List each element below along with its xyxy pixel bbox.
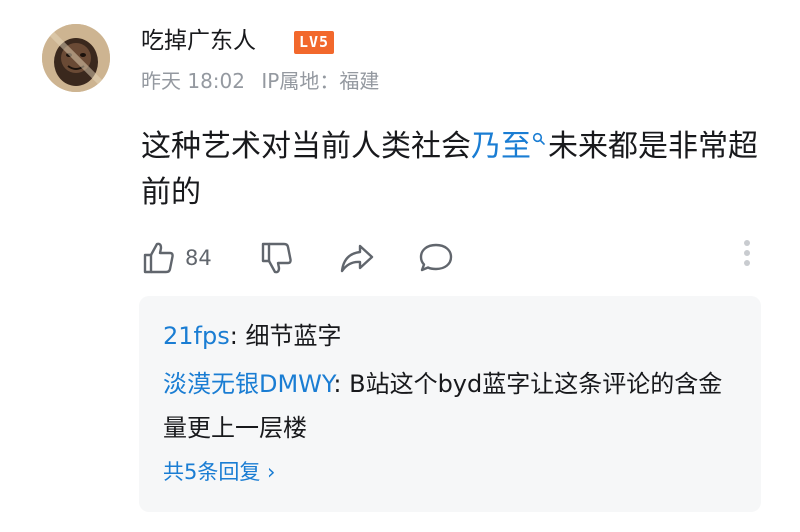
view-more-replies-link[interactable]: 共5条回复 ›: [163, 450, 275, 494]
more-vertical-icon[interactable]: [742, 236, 752, 280]
share-icon: [340, 244, 374, 273]
comment-actions: 84: [141, 236, 771, 280]
search-keyword-label: 乃至: [471, 129, 531, 164]
reply-author[interactable]: 21fps: [163, 322, 230, 350]
comment-icon: [419, 243, 453, 272]
comment-meta: 昨天 18:02 IP属地：福建: [141, 66, 389, 96]
comment-text-before: 这种艺术对当前人类社会: [141, 129, 471, 164]
reply-author[interactable]: 淡漠无银DMWY: [163, 370, 333, 398]
thumbs-down-icon: [261, 242, 292, 274]
like-count: 84: [185, 246, 212, 270]
search-keyword-link[interactable]: 乃至: [471, 129, 548, 164]
comment-text: 这种艺术对当前人类社会乃至 未来都是非常超前的: [141, 124, 771, 216]
reply-item[interactable]: 21fps: 细节蓝字: [163, 314, 743, 358]
share-button[interactable]: [338, 236, 376, 280]
search-icon: [532, 132, 545, 145]
thumbs-up-icon: [143, 242, 174, 274]
reply-text: : 细节蓝字: [229, 322, 342, 350]
reply-item[interactable]: 淡漠无银DMWY: B站这个byd蓝字让这条评论的含金量更上一层楼: [163, 362, 743, 450]
reply-button[interactable]: [417, 236, 455, 280]
ip-location: IP属地：福建: [261, 69, 380, 93]
username[interactable]: 吃掉广东人: [141, 24, 256, 58]
replies-box[interactable]: 21fps: 细节蓝字 淡漠无银DMWY: B站这个byd蓝字让这条评论的含金量…: [139, 296, 761, 512]
like-button[interactable]: 84: [141, 236, 212, 280]
comment-time: 昨天 18:02: [141, 69, 245, 93]
level-badge: LV5: [294, 31, 335, 54]
avatar[interactable]: [42, 24, 110, 92]
dislike-button[interactable]: [259, 236, 295, 280]
